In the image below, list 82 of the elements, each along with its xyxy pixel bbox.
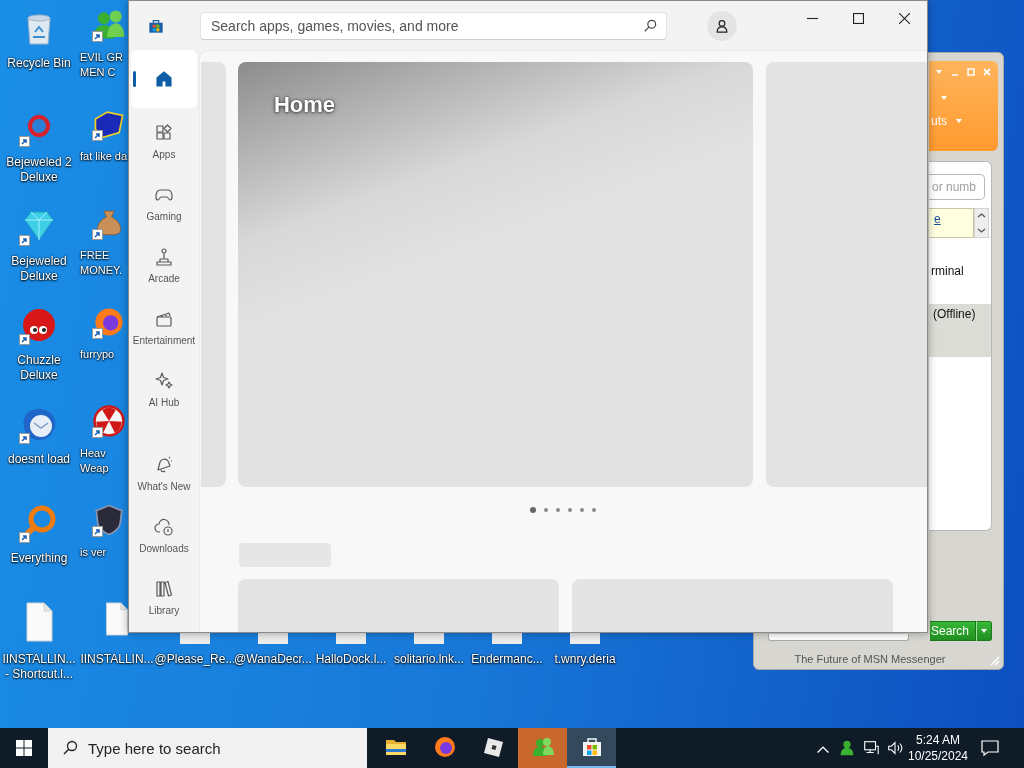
nav-item[interactable]: Entertainment: [131, 294, 197, 356]
desktop-icon-label[interactable]: Bejeweled Deluxe: [11, 254, 67, 284]
taskbar-app-button[interactable]: [567, 728, 616, 768]
carousel-dot[interactable]: [544, 508, 548, 512]
page-heading: Home: [273, 92, 336, 118]
desktop-icon-label[interactable]: Heav Weap: [80, 446, 109, 476]
search-icon: [62, 740, 78, 756]
desktop-icon-label[interactable]: Chuzzle Deluxe: [17, 353, 61, 383]
desktop-icon-label[interactable]: solitario.lnk...: [394, 652, 464, 667]
desktop-icon-label[interactable]: Bejeweled 2 Deluxe: [6, 155, 72, 185]
dropdown-button[interactable]: [976, 621, 992, 641]
desktop-icon-label[interactable]: t.wnry.deria: [554, 652, 616, 667]
link[interactable]: e: [934, 212, 941, 226]
search-field[interactable]: Search apps, games, movies, and more: [200, 11, 667, 40]
nav-item[interactable]: Apps: [131, 108, 197, 170]
windows-logo-icon: [16, 740, 32, 756]
search-field[interactable]: or numb: [929, 174, 985, 200]
desktop-icon-label[interactable]: is ver: [80, 545, 107, 560]
speech-bubble-icon: [980, 738, 1000, 758]
people-icon[interactable]: [92, 8, 126, 42]
footer-text: The Future of MSN Messenger: [793, 653, 947, 665]
shield-icon[interactable]: [92, 503, 126, 537]
clock-date[interactable]: 10/25/2024: [907, 748, 969, 764]
contact-status: (Offline): [933, 307, 976, 321]
nav-item[interactable]: Arcade: [131, 232, 197, 294]
person-icon: [715, 18, 729, 33]
desktop-icon-label[interactable]: Everything: [10, 551, 68, 566]
contact-row[interactable]: (Offline): [929, 304, 991, 357]
maximize-icon: [852, 12, 864, 24]
search-field[interactable]: Type here to search: [48, 728, 367, 768]
search-button[interactable]: Search: [930, 621, 976, 641]
nav-item[interactable]: AI Hub: [131, 356, 197, 418]
desktop-icon-label[interactable]: doesnt load: [7, 452, 71, 467]
clapperboard-icon: [154, 309, 174, 329]
caret-icon: [980, 627, 988, 635]
nav-item[interactable]: What's New: [131, 440, 197, 502]
nav-item[interactable]: Downloads: [131, 502, 197, 564]
contact-name[interactable]: rminal: [931, 264, 964, 278]
joystick-icon: [154, 247, 174, 267]
nav-item[interactable]: Gaming: [131, 170, 197, 232]
scrollbar-icon[interactable]: [974, 208, 989, 238]
desktop-icon-label[interactable]: HalloDock.l...: [315, 652, 387, 667]
carousel-dot[interactable]: [580, 508, 584, 512]
apps-icon: [154, 123, 174, 143]
desktop-icon-label[interactable]: IINSTALLIN... - Shortcut.l...: [2, 652, 76, 682]
nav-item[interactable]: Library: [131, 564, 197, 626]
desktop-icon-label[interactable]: fat like da: [80, 149, 128, 164]
person-icon[interactable]: [838, 739, 856, 757]
browser-icon[interactable]: [92, 305, 126, 339]
desktop-icon-label[interactable]: EVIL GR MEN C: [80, 50, 123, 80]
clock-time[interactable]: 5:24 AM: [916, 732, 960, 748]
carousel-dot[interactable]: [530, 507, 536, 513]
desktop-icon-label[interactable]: @WanaDecr...: [234, 652, 312, 667]
account-button[interactable]: [707, 10, 737, 41]
carousel-dot[interactable]: [592, 508, 596, 512]
resize-grip-icon[interactable]: [990, 656, 1000, 666]
desktop-icon-label[interactable]: furrypo: [80, 347, 115, 362]
carousel-dot[interactable]: [568, 508, 572, 512]
people-icon: [530, 735, 555, 759]
network-icon[interactable]: [862, 739, 880, 757]
volume-icon[interactable]: [886, 739, 904, 757]
nav-item[interactable]: [131, 50, 197, 108]
store-logo-icon: [148, 17, 164, 34]
banner-card[interactable]: Home: [237, 62, 754, 487]
hazard-icon[interactable]: [92, 404, 126, 438]
desktop-icon-label[interactable]: @Please_Re...: [154, 652, 236, 667]
books-icon: [154, 579, 174, 599]
close-icon: [898, 12, 910, 24]
caret-icon[interactable]: [955, 117, 963, 125]
megaphone-icon: [154, 455, 174, 475]
desktop-icon-label[interactable]: IINSTALLIN...: [80, 652, 154, 667]
desktop-icon-label[interactable]: FREE MONEY.: [80, 248, 122, 278]
home-icon: [154, 69, 174, 89]
carousel-dot[interactable]: [556, 508, 560, 512]
search-icon[interactable]: [643, 18, 657, 33]
input-field[interactable]: [768, 634, 909, 641]
file-icon[interactable]: [106, 602, 128, 636]
firefox-icon: [432, 735, 457, 759]
desktop-icon-label[interactable]: Recycle Bin: [7, 56, 71, 71]
cloud-download-icon: [154, 517, 174, 537]
sparkle-icon: [154, 371, 174, 391]
desktop-icon-label[interactable]: Endermanc...: [471, 652, 543, 667]
